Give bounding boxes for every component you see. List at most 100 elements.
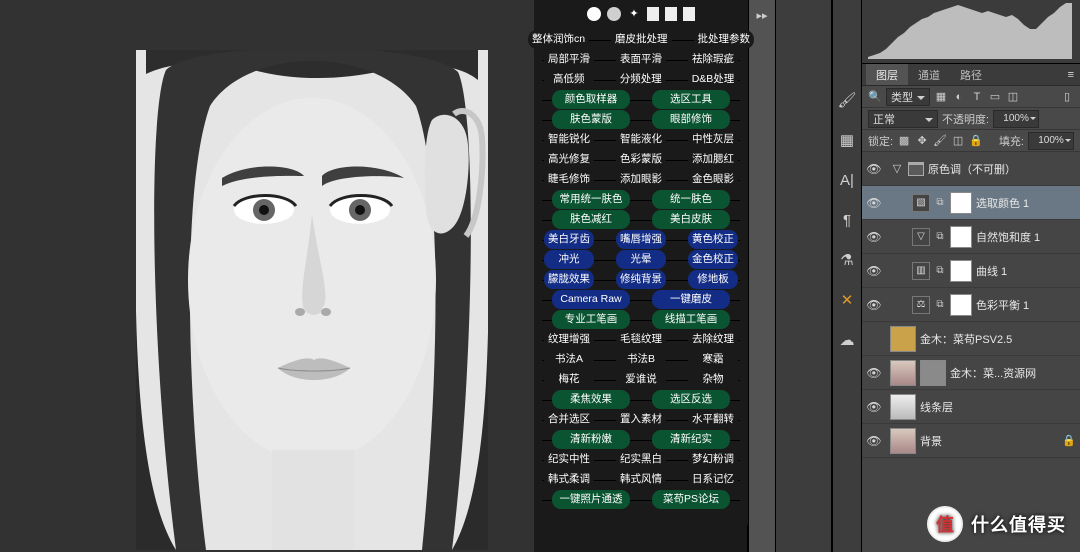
action-button[interactable]: 韩式柔调 <box>544 470 594 489</box>
lock-pixels-icon[interactable]: ▩ <box>897 134 911 148</box>
action-button[interactable]: 梅花 <box>544 370 594 389</box>
action-button[interactable]: 菜苟PS论坛 <box>652 490 730 509</box>
action-button[interactable]: 修纯背景 <box>616 270 666 289</box>
layer-row[interactable]: 👁⚖⧉色彩平衡 1 <box>862 288 1080 322</box>
action-button[interactable]: 合并选区 <box>544 410 594 429</box>
action-button[interactable]: Camera Raw <box>552 290 630 309</box>
action-button[interactable]: 肤色减红 <box>552 210 630 229</box>
histogram-panel[interactable] <box>862 0 1080 64</box>
visibility-icon[interactable]: 👁 <box>866 196 882 210</box>
action-button[interactable]: 线描工笔画 <box>652 310 730 329</box>
action-button[interactable]: 爱谁说 <box>616 370 666 389</box>
action-button[interactable]: 修地板 <box>688 270 738 289</box>
document-image[interactable] <box>136 50 488 550</box>
action-button[interactable]: 金色眼影 <box>688 170 738 189</box>
link-icon[interactable]: ⧉ <box>934 197 946 208</box>
filter-pixel-icon[interactable]: ▦ <box>934 90 948 104</box>
action-button[interactable]: 嘴唇增强 <box>616 230 666 249</box>
action-button[interactable]: 添加眼影 <box>616 170 666 189</box>
action-button[interactable]: 颜色取样器 <box>552 90 630 109</box>
layer-name[interactable]: 色彩平衡 1 <box>976 297 1076 313</box>
action-button[interactable]: 常用统一肤色 <box>552 190 630 209</box>
action-button[interactable]: 一键照片通透 <box>552 490 630 509</box>
lock-nest-icon[interactable]: ◫ <box>951 134 965 148</box>
layer-thumbnail[interactable] <box>890 326 916 352</box>
action-button[interactable]: 表面平滑 <box>616 50 666 69</box>
action-button[interactable]: 美白皮肤 <box>652 210 730 229</box>
filter-text-icon[interactable]: T <box>970 90 984 104</box>
link-icon[interactable]: ⧉ <box>934 299 946 310</box>
link-icon[interactable]: ⧉ <box>934 265 946 276</box>
action-button[interactable]: 色彩蒙版 <box>616 150 666 169</box>
action-button[interactable]: 去除纹理 <box>688 330 738 349</box>
action-button[interactable]: 书法A <box>544 350 594 369</box>
action-button[interactable]: 整体润饰cn <box>528 30 589 49</box>
libraries-panel-icon[interactable]: ☁ <box>837 330 857 350</box>
action-button[interactable]: 批处理参数 <box>694 30 755 49</box>
search-icon[interactable]: 🔍 <box>868 90 882 104</box>
mask-thumbnail[interactable] <box>950 226 972 248</box>
mask-thumbnail[interactable] <box>950 260 972 282</box>
action-button[interactable]: 一键磨皮 <box>652 290 730 309</box>
layer-name[interactable]: 选取颜色 1 <box>976 195 1076 211</box>
action-button[interactable]: 添加腮红 <box>688 150 738 169</box>
filter-shape-icon[interactable]: ▭ <box>988 90 1002 104</box>
action-button[interactable]: 眼部修饰 <box>652 110 730 129</box>
action-button[interactable]: 毛毯纹理 <box>616 330 666 349</box>
filter-toggle-icon[interactable]: ▯ <box>1060 90 1074 104</box>
action-button[interactable]: 金色校正 <box>688 250 738 269</box>
action-button[interactable]: 黄色校正 <box>688 230 738 249</box>
action-button[interactable]: 磨皮批处理 <box>611 30 672 49</box>
lock-all-icon[interactable]: 🔒 <box>969 134 983 148</box>
beaker-panel-icon[interactable]: ⚗ <box>837 250 857 270</box>
layer-row[interactable]: 👁▥⧉曲线 1 <box>862 254 1080 288</box>
layer-thumbnail[interactable] <box>890 428 916 454</box>
blend-mode-select[interactable]: 正常 <box>868 110 938 128</box>
character-panel-icon[interactable]: A| <box>837 170 857 190</box>
action-button[interactable]: 朦胧效果 <box>544 270 594 289</box>
visibility-icon[interactable]: 👁 <box>866 162 882 176</box>
visibility-icon[interactable]: 👁 <box>866 298 882 312</box>
expand-icon[interactable]: ▸▸ <box>753 6 771 24</box>
layer-name[interactable]: 金木：菜...资源网 <box>950 365 1076 381</box>
action-button[interactable]: 纪实黑白 <box>616 450 666 469</box>
action-button[interactable]: D&B处理 <box>688 70 739 89</box>
chevron-down-icon[interactable]: ▽ <box>890 162 904 175</box>
action-button[interactable]: 统一肤色 <box>652 190 730 209</box>
opacity-input[interactable]: 100% <box>993 110 1039 128</box>
brush-preset-icon[interactable]: ✦ <box>627 7 641 21</box>
action-button[interactable]: 分频处理 <box>616 70 666 89</box>
layer-row[interactable]: 金木：菜苟PSV2.5 <box>862 322 1080 356</box>
action-button[interactable]: 肤色蒙版 <box>552 110 630 129</box>
fill-input[interactable]: 100% <box>1028 132 1074 150</box>
layer-name[interactable]: 线条层 <box>920 399 1076 415</box>
filter-adjust-icon[interactable]: ◐ <box>952 90 966 104</box>
paragraph-panel-icon[interactable]: ¶ <box>837 210 857 230</box>
layer-name[interactable]: 背景 <box>920 433 1058 449</box>
tools-panel-icon[interactable]: ✕ <box>837 290 857 310</box>
link-icon[interactable]: ⧉ <box>934 231 946 242</box>
layer-row[interactable]: 👁线条层 <box>862 390 1080 424</box>
action-button[interactable]: 置入素材 <box>616 410 666 429</box>
layer-name[interactable]: 金木：菜苟PSV2.5 <box>920 331 1076 347</box>
action-button[interactable]: 高光修复 <box>544 150 594 169</box>
lock-brush-icon[interactable]: 🖌 <box>933 134 947 148</box>
lock-position-icon[interactable]: ✥ <box>915 134 929 148</box>
layer-thumbnail[interactable] <box>890 360 916 386</box>
action-button[interactable]: 高低频 <box>544 70 594 89</box>
visibility-icon[interactable]: 👁 <box>866 264 882 278</box>
brush-preset-icon[interactable] <box>587 7 601 21</box>
mask-thumbnail[interactable] <box>950 294 972 316</box>
action-button[interactable]: 寒霜 <box>688 350 738 369</box>
brush-preset-icon[interactable] <box>683 7 695 21</box>
action-button[interactable]: 智能液化 <box>616 130 666 149</box>
action-button[interactable]: 睫毛修饰 <box>544 170 594 189</box>
panel-menu-icon[interactable]: ≡ <box>1062 69 1080 81</box>
layer-thumbnail[interactable] <box>890 394 916 420</box>
action-button[interactable]: 梦幻粉调 <box>688 450 738 469</box>
tab-layers[interactable]: 图层 <box>866 64 908 85</box>
swatches-panel-icon[interactable]: ▦ <box>837 130 857 150</box>
canvas-area[interactable] <box>0 0 520 552</box>
layer-row[interactable]: 👁▧⧉选取颜色 1 <box>862 186 1080 220</box>
brush-panel-icon[interactable]: 🖌 <box>837 90 857 110</box>
